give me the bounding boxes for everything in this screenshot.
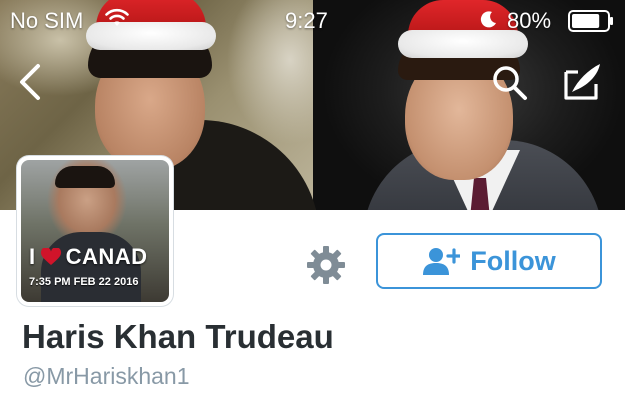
avatar[interactable]: I CANAD 7:35 PM FEB 22 2016 [17, 156, 173, 306]
search-icon [493, 66, 527, 100]
wifi-icon [105, 8, 129, 26]
compose-button[interactable] [558, 58, 606, 106]
status-time: 9:27 [285, 8, 328, 33]
follow-button[interactable]: Follow [376, 233, 602, 289]
settings-button[interactable] [304, 243, 348, 287]
avatar-hair [55, 166, 115, 188]
avatar-caption-end: CANAD [65, 244, 148, 269]
battery-icon [568, 10, 613, 32]
heart-icon [40, 248, 61, 265]
profile-handle: @MrHariskhan1 [23, 363, 190, 389]
profile-screen: No SIM 9:27 80% I CANAD 7:35 PM FEB 22 2… [0, 0, 625, 409]
battery-percent: 80% [507, 8, 552, 33]
follow-button-label: Follow [470, 245, 556, 276]
carrier-label: No SIM [10, 8, 84, 33]
avatar-caption-start: I [29, 244, 36, 269]
gear-icon [307, 246, 345, 284]
avatar-caption: I CANAD [29, 244, 148, 270]
search-button[interactable] [490, 60, 530, 104]
compose-icon [564, 64, 600, 100]
avatar-timestamp: 7:35 PM FEB 22 2016 [29, 276, 139, 288]
status-bar: No SIM 9:27 80% [0, 0, 625, 40]
profile-display-name: Haris Khan Trudeau [22, 318, 334, 355]
back-button[interactable] [14, 60, 46, 104]
moon-icon [480, 11, 496, 28]
chevron-left-icon [20, 64, 40, 100]
add-user-icon [423, 248, 461, 275]
